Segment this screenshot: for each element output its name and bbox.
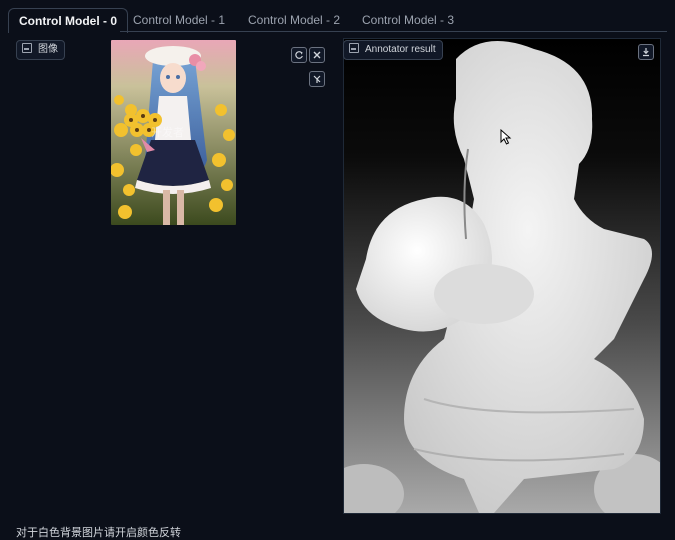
mouse-cursor-icon (500, 129, 512, 145)
tab-divider (120, 31, 667, 32)
swap-icon (313, 75, 321, 83)
image-icon (349, 43, 359, 53)
tab-control-model-2[interactable]: Control Model - 2 (238, 8, 350, 32)
color-invert-hint: 对于白色背景图片请开启颜色反转 (16, 527, 181, 539)
tab-control-model-3[interactable]: Control Model - 3 (352, 8, 464, 32)
swap-button[interactable] (309, 71, 325, 87)
annotator-result-label-text: Annotator result (365, 44, 436, 55)
close-icon (313, 51, 321, 59)
tab-control-model-1[interactable]: Control Model - 1 (123, 8, 235, 32)
input-image-label: 图像 (16, 40, 65, 60)
reset-icon (295, 51, 303, 59)
image-icon (22, 43, 32, 53)
input-image-watermark: 开发者 (151, 127, 184, 139)
annotator-result-label: Annotator result (343, 40, 443, 60)
reset-button[interactable] (291, 47, 307, 63)
download-icon (643, 48, 649, 57)
tab-control-model-0[interactable]: Control Model - 0 (8, 8, 128, 33)
close-button[interactable] (309, 47, 325, 63)
annotator-result-image (343, 38, 661, 514)
tab-bar: Control Model - 0 Control Model - 1 Cont… (8, 8, 667, 33)
input-image-label-text: 图像 (38, 44, 58, 55)
depth-map (344, 39, 660, 513)
download-button[interactable] (638, 44, 654, 60)
input-image[interactable]: 开发者 (111, 40, 236, 225)
